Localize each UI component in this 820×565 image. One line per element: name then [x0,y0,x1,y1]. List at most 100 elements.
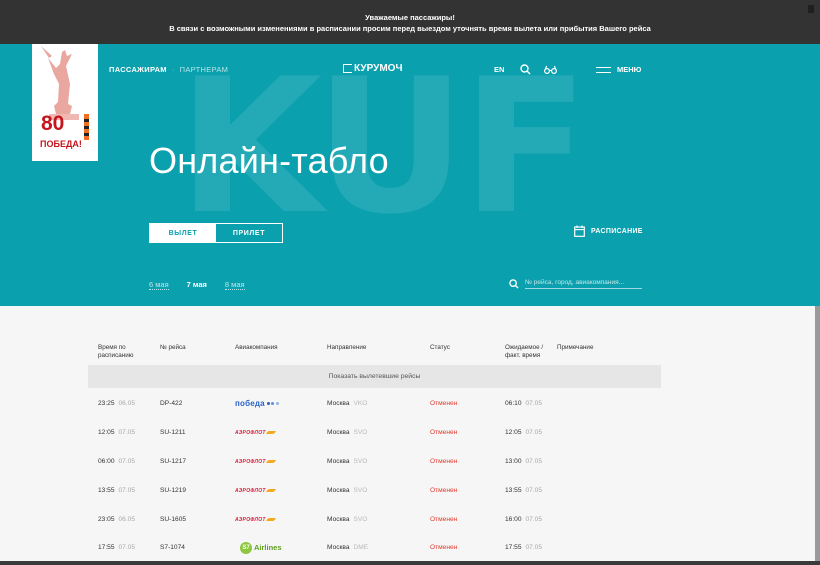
scheduled-date: 07.05 [118,458,136,465]
search-icon [509,278,519,289]
schedule-link[interactable]: РАСПИСАНИЕ [574,225,643,237]
flight-status: Отменен [430,544,458,551]
expected-time: 16:00 [505,516,522,523]
header-status: Статус [430,344,450,351]
airline-name: АЭРОФЛОТ [235,458,266,465]
flight-number: SU-1219 [160,487,187,494]
header-note: Примечание [557,344,594,351]
nav-separator: · [171,65,175,74]
scrollbar-thumb[interactable] [808,5,814,13]
scheduled-date: 06.05 [118,516,136,523]
airline-logo: победа [235,389,279,418]
flight-status: Отменен [430,429,458,436]
scheduled-time: 06:00 [98,458,115,465]
table-row[interactable]: 23:05 06.05 SU-1605 АЭРОФЛОТ Москва SVO От… [88,505,661,534]
table-row[interactable]: 13:55 07.05 SU-1219 АЭРОФЛОТ Москва SVO От… [88,476,661,505]
horizontal-scrollbar[interactable] [0,561,820,565]
direction-tabs: ВЫЛЕТ ПРИЛЕТ [149,223,283,243]
nav-passengers[interactable]: ПАССАЖИРАМ [109,65,167,74]
hamburger-icon [596,66,611,73]
menu-button[interactable]: МЕНЮ [596,65,641,74]
flight-number: SU-1217 [160,458,187,465]
flight-number: S7-1074 [160,544,185,551]
expected-date: 07.05 [525,458,543,465]
flight-number: SU-1605 [160,516,187,523]
scheduled-time: 23:25 [98,400,115,407]
flight-status: Отменен [430,400,458,407]
aeroflot-wing-icon [265,460,277,463]
airline-logo: АЭРОФЛОТ [235,418,277,447]
scheduled-time: 12:05 [98,429,115,436]
aeroflot-wing-icon [265,431,277,434]
airline-logo: АЭРОФЛОТ [235,447,277,476]
flight-status: Отменен [430,516,458,523]
direction-city: Москва [327,429,350,436]
language-switch[interactable]: EN [494,65,520,74]
direction-city: Москва [327,458,350,465]
scheduled-time: 23:05 [98,516,115,523]
page-title: Онлайн-табло [149,140,389,181]
date-next[interactable]: 8 мая [224,280,245,290]
airline-logo: S7 Airlines [240,533,282,562]
table-row[interactable]: 17:55 07.05 S7-1074 S7 Airlines Москва DME … [88,533,661,562]
badge-number: 80 [41,112,65,135]
s7-logo-icon: S7 [240,541,252,554]
menu-label: МЕНЮ [617,65,642,74]
expected-date: 07.05 [525,544,543,551]
airline-name: победа [235,399,265,408]
direction-city: Москва [327,400,350,407]
airline-name: АЭРОФЛОТ [235,429,266,436]
search-input[interactable] [525,278,642,289]
logo-mark-icon [343,64,352,73]
airport-code: SVO [353,429,368,436]
hero-section: KUF 80 ПОБЕДА! ПАССАЖИРАМ · ПАРТНЕРАМ КУРУ… [0,44,820,306]
flight-search [509,278,642,289]
scheduled-time: 17:55 [98,544,115,551]
search-icon[interactable] [520,63,544,75]
audience-nav: ПАССАЖИРАМ · ПАРТНЕРАМ [109,65,228,74]
aeroflot-wing-icon [265,489,277,492]
notice-title: Уважаемые пассажиры! [365,13,455,22]
accessibility-glasses-icon[interactable] [544,65,568,74]
date-current[interactable]: 7 мая [187,280,207,290]
expected-time: 17:55 [505,544,522,551]
scheduled-date: 07.05 [118,487,136,494]
scheduled-date: 07.05 [118,544,136,551]
calendar-icon [574,225,585,237]
direction-city: Москва [327,544,350,551]
schedule-label: РАСПИСАНИЕ [591,227,643,235]
airport-code: DME [353,544,369,551]
expected-date: 07.05 [525,487,543,494]
flight-status: Отменен [430,458,458,465]
direction-city: Москва [327,516,350,523]
scheduled-date: 06.05 [118,400,136,407]
victory-badge[interactable]: 80 ПОБЕДА! [32,44,98,161]
show-past-flights-button[interactable]: Показать вылетевшие рейсы [88,365,661,388]
tab-arrival[interactable]: ПРИЛЕТ [216,224,282,242]
table-row[interactable]: 12:05 07.05 SU-1211 АЭРОФЛОТ Москва SVO От… [88,418,661,447]
logo-text: КУРУМОЧ [354,63,403,74]
notice-banner: Уважаемые пассажиры! В связи с возможным… [0,0,820,44]
expected-date: 07.05 [525,429,543,436]
header-airline: Авиакомпания [235,344,278,351]
site-logo[interactable]: КУРУМОЧ [343,63,402,74]
pobeda-dots-icon [266,402,279,405]
aeroflot-wing-icon [265,518,277,521]
airline-name: АЭРОФЛОТ [235,516,266,523]
airport-code: SVO [353,516,368,523]
header-time: Время по расписанию [98,344,134,359]
expected-time: 13:55 [505,487,522,494]
expected-time: 13:00 [505,458,522,465]
direction-city: Москва [327,487,350,494]
scheduled-time: 13:55 [98,487,115,494]
window-edge [815,306,820,561]
airport-code: SVO [353,458,368,465]
table-row[interactable]: 06:00 07.05 SU-1217 АЭРОФЛОТ Москва SVO От… [88,447,661,476]
expected-time: 06:10 [505,400,522,407]
header-expected: Ожидаемое / факт. время [505,344,544,359]
nav-partners[interactable]: ПАРТНЕРАМ [180,65,229,74]
tab-departure[interactable]: ВЫЛЕТ [150,224,216,242]
flight-number: SU-1211 [160,429,186,436]
table-row[interactable]: 23:25 06.05 DP-422 победа Москва VKO Отмен… [88,389,661,418]
date-prev[interactable]: 6 мая [149,280,169,290]
